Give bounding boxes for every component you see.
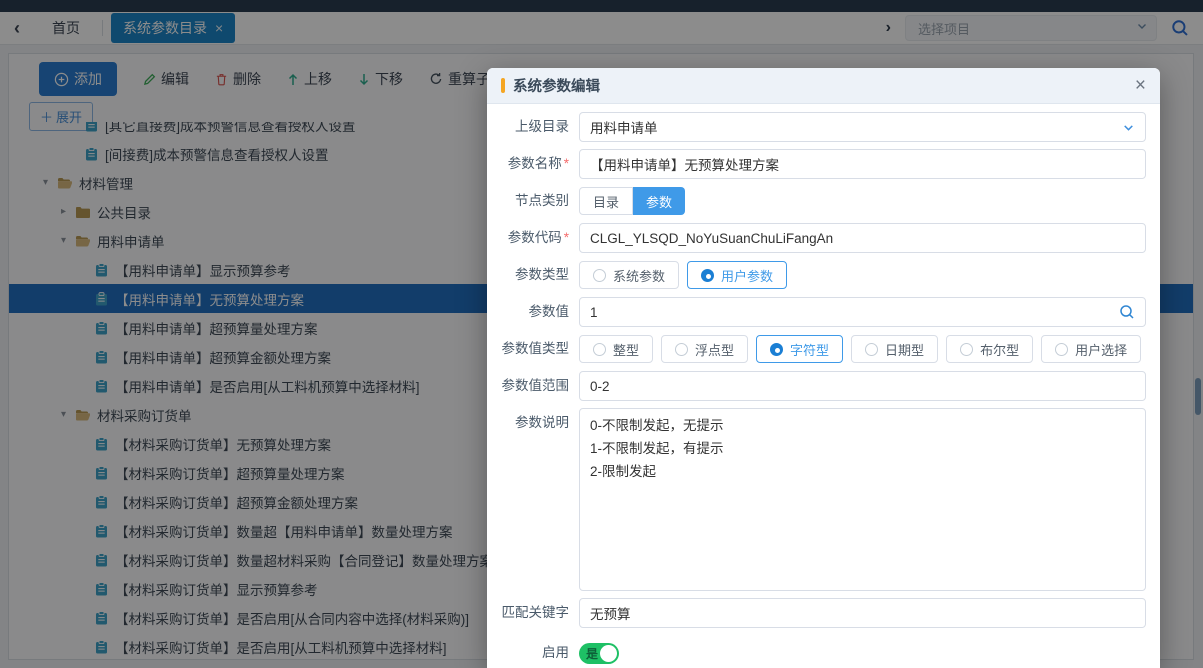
description-label: 参数说明 <box>493 408 569 438</box>
value-type-label: 参数值类型 <box>493 334 569 364</box>
param-type-option-1[interactable]: 系统参数 <box>579 261 679 289</box>
param-name-label: 参数名称* <box>493 149 569 179</box>
param-type-radio-group: 系统参数 用户参数 <box>579 261 1146 289</box>
value-range-input[interactable]: 0-2 <box>579 371 1146 401</box>
radio-icon <box>593 269 606 282</box>
param-value-label: 参数值 <box>493 297 569 327</box>
search-icon[interactable] <box>1119 304 1135 320</box>
value-range-label: 参数值范围 <box>493 371 569 401</box>
value-type-option-3[interactable]: 字符型 <box>756 335 843 363</box>
radio-label: 浮点型 <box>695 340 734 359</box>
keyword-label: 匹配关键字 <box>493 598 569 628</box>
value-type-option-6[interactable]: 用户选择 <box>1041 335 1141 363</box>
value-type-option-5[interactable]: 布尔型 <box>946 335 1033 363</box>
param-type-option-2[interactable]: 用户参数 <box>687 261 787 289</box>
param-type-label: 参数类型 <box>493 260 569 290</box>
system-parameter-edit-dialog: 系统参数编辑 × 上级目录 用料申请单 参数名称* 【用料申请单】无预算处理方案… <box>487 68 1160 668</box>
radio-selected-icon <box>770 343 783 356</box>
parent-dir-select[interactable]: 用料申请单 <box>579 112 1146 142</box>
radio-label: 日期型 <box>885 340 924 359</box>
node-type-option-2[interactable]: 参数 <box>633 187 685 215</box>
dialog-title: 系统参数编辑 <box>513 75 1135 96</box>
description-textarea[interactable]: 0-不限制发起，无提示 1-不限制发起，有提示 2-限制发起 <box>579 408 1146 591</box>
header-accent-bar <box>501 78 505 93</box>
param-code-label: 参数代码* <box>493 223 569 253</box>
param-name-input[interactable]: 【用料申请单】无预算处理方案 <box>579 149 1146 179</box>
radio-label: 用户选择 <box>1075 340 1127 359</box>
value-type-option-1[interactable]: 整型 <box>579 335 653 363</box>
param-value-input[interactable]: 1 <box>579 297 1146 327</box>
radio-icon <box>865 343 878 356</box>
radio-icon <box>675 343 688 356</box>
dialog-header: 系统参数编辑 × <box>487 68 1160 104</box>
radio-icon <box>1055 343 1068 356</box>
radio-label: 布尔型 <box>980 340 1019 359</box>
enabled-label: 启用 <box>493 638 569 668</box>
chevron-down-icon <box>1122 121 1135 134</box>
parent-dir-label: 上级目录 <box>493 112 569 142</box>
radio-icon <box>960 343 973 356</box>
radio-icon <box>593 343 606 356</box>
value-type-option-2[interactable]: 浮点型 <box>661 335 748 363</box>
radio-selected-icon <box>701 269 714 282</box>
toggle-knob <box>600 645 617 662</box>
node-type-label: 节点类别 <box>493 186 569 216</box>
radio-label: 整型 <box>613 340 639 359</box>
dialog-body: 上级目录 用料申请单 参数名称* 【用料申请单】无预算处理方案 节点类别 目录参… <box>487 104 1160 668</box>
radio-label: 字符型 <box>790 340 829 359</box>
node-type-segmented: 目录参数 <box>579 187 685 215</box>
value-type-option-4[interactable]: 日期型 <box>851 335 938 363</box>
keyword-input[interactable]: 无预算 <box>579 598 1146 628</box>
enabled-toggle[interactable]: 是 <box>579 643 619 664</box>
param-code-input[interactable]: CLGL_YLSQD_NoYuSuanChuLiFangAn <box>579 223 1146 253</box>
required-asterisk: * <box>564 230 569 245</box>
radio-label: 系统参数 <box>613 266 665 285</box>
radio-label: 用户参数 <box>721 266 773 285</box>
close-icon[interactable]: × <box>1135 76 1146 95</box>
required-asterisk: * <box>564 156 569 171</box>
value-type-radio-group: 整型 浮点型 字符型 日期型 布尔型 用户选择 <box>579 335 1146 363</box>
node-type-option-1[interactable]: 目录 <box>579 187 633 215</box>
